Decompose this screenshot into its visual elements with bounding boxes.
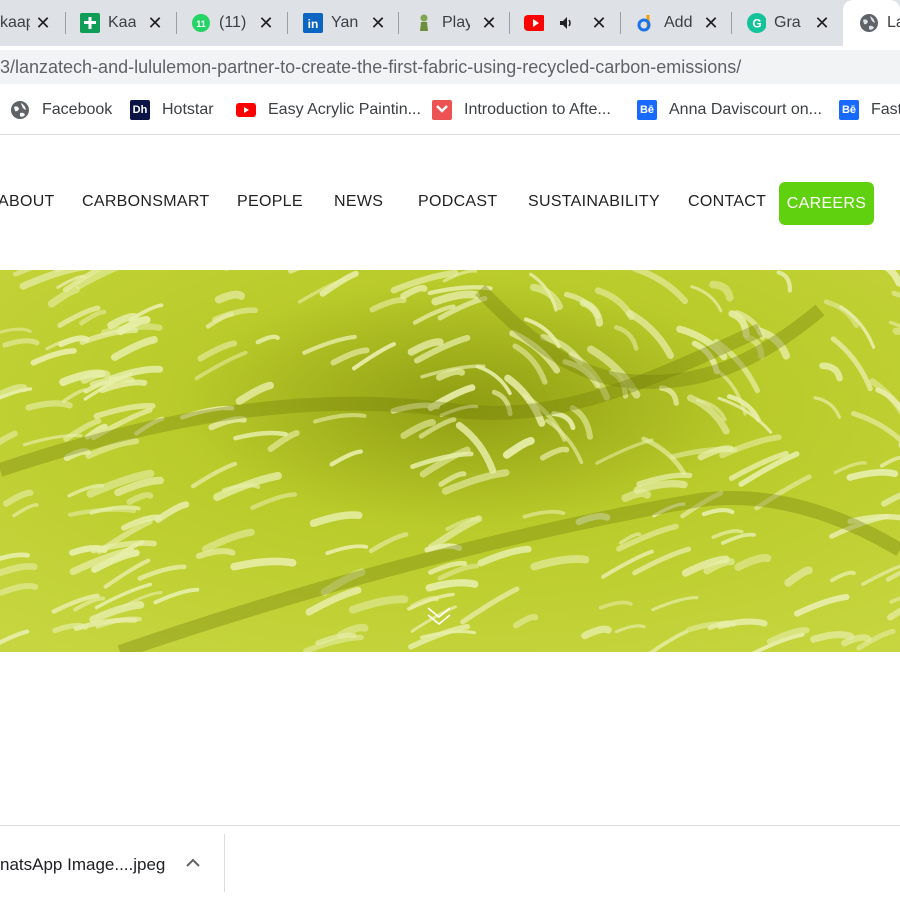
tab-title: Kaa	[108, 14, 136, 31]
browser-tab[interactable]: Play ✕	[414, 0, 509, 46]
close-icon[interactable]: ✕	[812, 13, 832, 33]
url-text: 3/lanzatech-and-lululemon-partner-to-cre…	[0, 57, 742, 77]
bookmark-label: Anna Daviscourt on...	[669, 101, 822, 118]
tab-title: La	[887, 14, 900, 31]
chevron-up-icon[interactable]	[183, 853, 203, 873]
tab-separator	[620, 12, 621, 34]
tab-title: kaap	[0, 14, 30, 31]
tab-separator	[509, 12, 510, 34]
browser-tab[interactable]: Add ✕	[636, 0, 731, 46]
nav-podcast[interactable]: PODCAST	[418, 193, 497, 211]
svg-text:11: 11	[196, 19, 206, 29]
download-bar: natsApp Image....jpeg	[0, 825, 900, 901]
chevron-down-icon[interactable]	[426, 605, 452, 627]
bookmark-label: Introduction to Afte...	[464, 101, 611, 118]
nav-carbonsmart[interactable]: CARBONSMART	[82, 193, 209, 211]
tab-title: Yan	[331, 14, 359, 31]
divider	[224, 834, 225, 892]
svg-text:G: G	[752, 17, 761, 31]
chess-pawn-icon	[414, 13, 434, 33]
address-bar: 3/lanzatech-and-lululemon-partner-to-cre…	[0, 46, 900, 88]
bookmark-hotstar[interactable]: Dh Hotstar	[130, 100, 214, 120]
browser-tab[interactable]: ✕	[524, 0, 619, 46]
nav-news[interactable]: NEWS	[334, 193, 383, 211]
linkedin-icon: in	[303, 13, 323, 33]
close-icon[interactable]: ✕	[701, 13, 721, 33]
careers-button[interactable]: CAREERS	[779, 182, 874, 225]
sheets-icon	[80, 13, 100, 33]
bookmark-label: Hotstar	[162, 101, 214, 118]
bookmark-fast[interactable]: Bē Fast	[839, 100, 900, 120]
browser-tab[interactable]: Kaa ✕	[80, 0, 175, 46]
svg-text:in: in	[308, 17, 319, 31]
hotstar-icon: Dh	[130, 100, 150, 120]
browser-tab[interactable]: in Yan ✕	[303, 0, 398, 46]
tab-title: (11)	[219, 14, 247, 31]
close-icon[interactable]: ✕	[368, 13, 388, 33]
tab-title: Play	[442, 14, 470, 31]
site-nav: ABOUT CARBONSMART PEOPLE NEWS PODCAST SU…	[0, 135, 900, 270]
behance-icon: Bē	[839, 100, 859, 120]
nav-contact[interactable]: CONTACT	[688, 193, 766, 211]
youtube-icon	[236, 100, 256, 120]
tab-separator	[176, 12, 177, 34]
bookmark-label: Facebook	[42, 101, 113, 118]
bookmarks-bar: Facebook Dh Hotstar Easy Acrylic Paintin…	[0, 88, 900, 135]
bookmark-label: Fast	[871, 101, 900, 118]
nav-sustainability[interactable]: SUSTAINABILITY	[528, 193, 660, 211]
close-icon[interactable]: ✕	[479, 13, 499, 33]
tab-title: Add	[664, 14, 692, 31]
fabric-pattern	[0, 270, 900, 652]
udemy-icon	[432, 100, 452, 120]
browser-tab[interactable]: 11 (11) ✕	[191, 0, 286, 46]
globe-icon	[10, 100, 30, 120]
tab-strip: kaap ✕ Kaa ✕ 11 (11) ✕ in Yan ✕ Play ✕ ✕…	[0, 0, 900, 46]
url-field[interactable]: 3/lanzatech-and-lululemon-partner-to-cre…	[0, 50, 900, 84]
behance-icon: Bē	[637, 100, 657, 120]
tab-separator	[731, 12, 732, 34]
close-icon[interactable]: ✕	[145, 13, 165, 33]
bookmark-label: Easy Acrylic Paintin...	[268, 101, 421, 118]
close-icon[interactable]: ✕	[33, 13, 53, 33]
tab-title: Gra	[774, 14, 801, 31]
browser-tab[interactable]: G Gra ✕	[746, 0, 841, 46]
nav-people[interactable]: PEOPLE	[237, 193, 303, 211]
bookmark-anna[interactable]: Bē Anna Daviscourt on...	[637, 100, 822, 120]
globe-icon	[859, 13, 879, 33]
speaker-icon[interactable]	[556, 13, 576, 33]
close-icon[interactable]: ✕	[589, 13, 609, 33]
d-logo-icon	[636, 13, 656, 33]
hero-image	[0, 270, 900, 652]
nav-about[interactable]: ABOUT	[0, 193, 55, 211]
grammarly-icon: G	[746, 13, 766, 33]
bookmark-facebook[interactable]: Facebook	[10, 100, 112, 120]
browser-tab-active[interactable]: La	[843, 0, 900, 46]
youtube-icon	[524, 13, 544, 33]
tab-separator	[398, 12, 399, 34]
close-icon[interactable]: ✕	[256, 13, 276, 33]
tab-separator	[65, 12, 66, 34]
whatsapp-icon: 11	[191, 13, 211, 33]
tab-separator	[287, 12, 288, 34]
browser-tab[interactable]: kaap ✕	[0, 0, 62, 46]
bookmark-easy-acrylic[interactable]: Easy Acrylic Paintin...	[236, 100, 421, 120]
bookmark-introduction[interactable]: Introduction to Afte...	[432, 100, 611, 120]
download-filename[interactable]: natsApp Image....jpeg	[0, 855, 165, 875]
